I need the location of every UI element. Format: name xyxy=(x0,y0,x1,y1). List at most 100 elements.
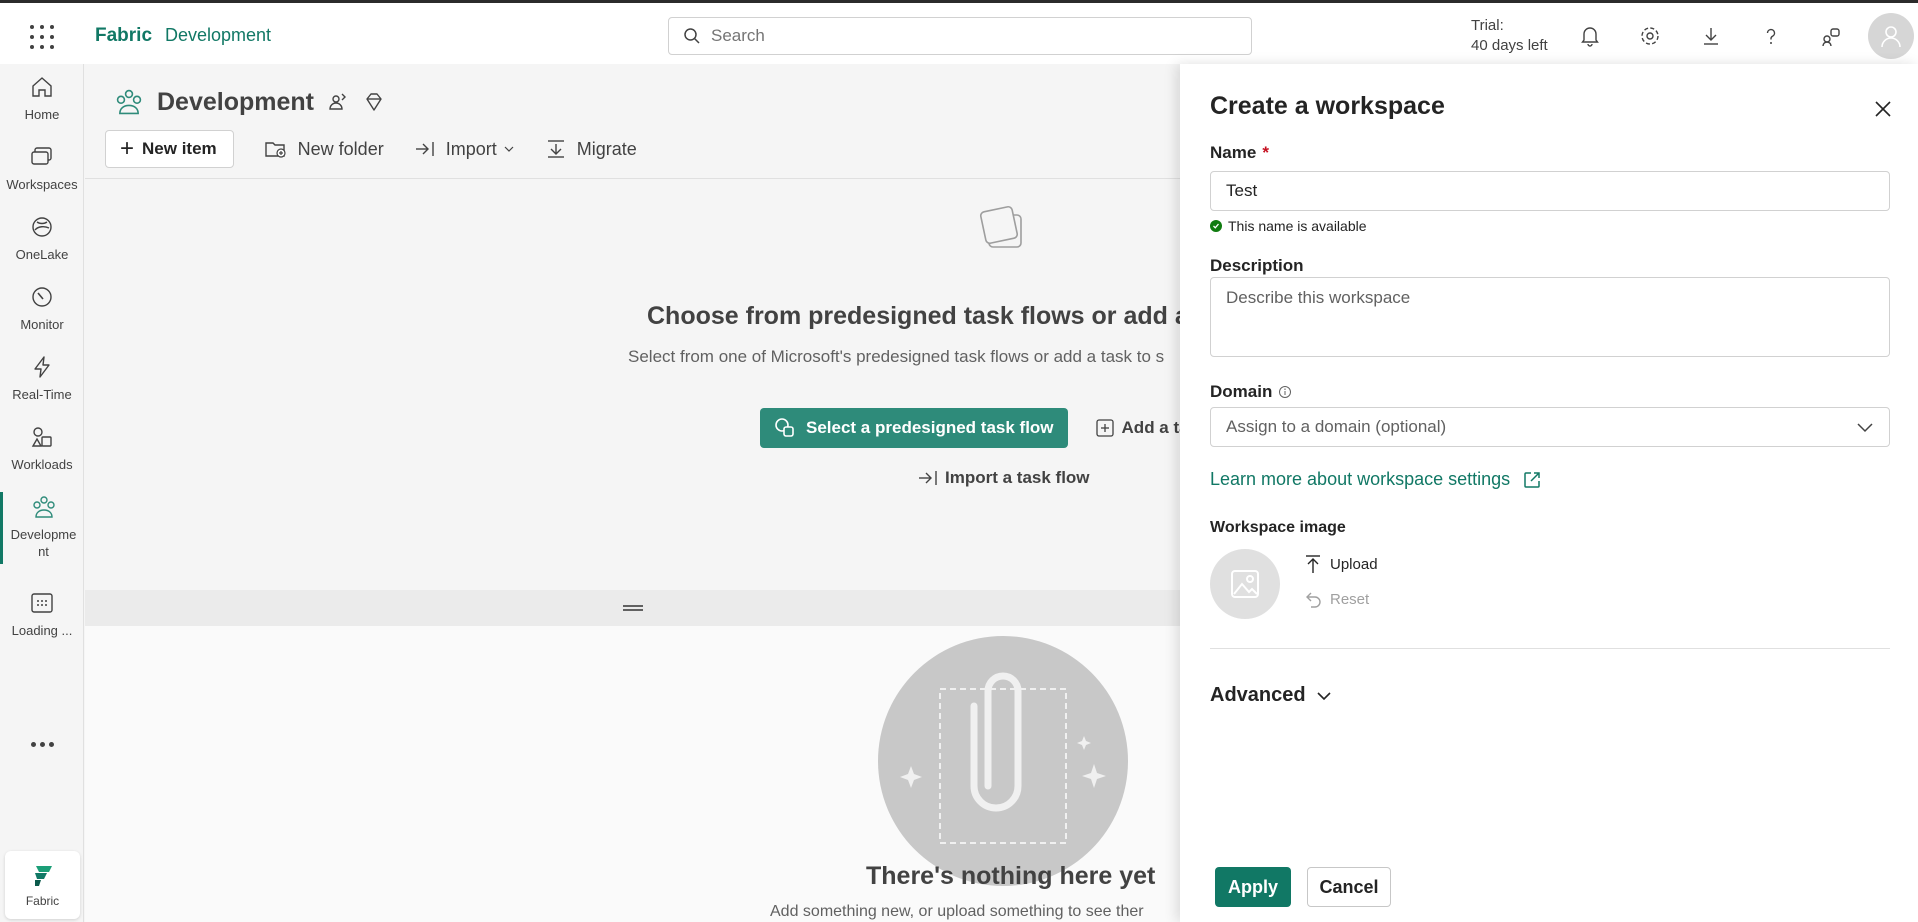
workspace-name-field[interactable] xyxy=(1210,171,1890,211)
notifications-icon[interactable] xyxy=(1575,21,1605,51)
info-icon[interactable] xyxy=(1278,385,1292,399)
import-label: Import xyxy=(445,138,497,159)
workspace-header: Development xyxy=(113,86,386,118)
rail-item-monitor[interactable]: Monitor xyxy=(0,282,84,344)
user-icon xyxy=(1881,26,1901,48)
select-task-flow-button[interactable]: Select a predesigned task flow xyxy=(760,408,1068,448)
import-task-flow-link[interactable]: Import a task flow xyxy=(917,468,1090,488)
task-flow-actions: Select a predesigned task flow Add a ta xyxy=(760,408,1189,448)
workspace-image-preview xyxy=(1210,549,1280,619)
import-icon xyxy=(919,471,937,485)
search-box[interactable] xyxy=(668,17,1252,55)
add-task-label: Add a ta xyxy=(1121,418,1189,437)
new-folder-button[interactable]: New folder xyxy=(264,138,384,160)
app-launcher-icon[interactable] xyxy=(28,23,56,51)
divider xyxy=(1210,648,1890,649)
trial-status[interactable]: Trial: 40 days left xyxy=(1471,16,1548,56)
trial-days: 40 days left xyxy=(1471,37,1548,54)
rail-item-onelake[interactable]: OneLake xyxy=(0,212,84,274)
plus-icon: + xyxy=(120,135,135,162)
rail-item-loading[interactable]: Loading ... xyxy=(0,588,84,650)
rail-item-development[interactable]: Developme nt xyxy=(0,492,84,564)
realtime-icon xyxy=(27,352,57,382)
cancel-button[interactable]: Cancel xyxy=(1307,867,1391,907)
workspace-toolbar: + New item New folder Import Migrate xyxy=(105,129,667,169)
check-circle-icon xyxy=(1210,220,1222,232)
description-label: Description xyxy=(1210,256,1304,275)
fabric-logo-icon xyxy=(34,866,52,886)
more-icon[interactable] xyxy=(28,737,56,751)
empty-state-title: There's nothing here yet xyxy=(866,862,1156,890)
task-flow-title: Choose from predesigned task flows or ad… xyxy=(647,302,1218,330)
attachment-illustration-icon xyxy=(878,636,1128,886)
fabric-label: Fabric xyxy=(25,894,60,908)
domain-placeholder: Assign to a domain (optional) xyxy=(1226,417,1447,436)
rail-item-workloads[interactable]: Workloads xyxy=(0,422,84,484)
new-item-label: New item xyxy=(142,139,217,158)
reset-label: Reset xyxy=(1330,590,1370,608)
upload-button[interactable]: Upload xyxy=(1304,554,1378,574)
pane-splitter[interactable] xyxy=(85,590,1180,626)
apply-button[interactable]: Apply xyxy=(1215,867,1291,907)
new-folder-label: New folder xyxy=(297,138,384,159)
required-marker: * xyxy=(1262,143,1269,162)
task-flow-canvas xyxy=(85,179,1180,591)
breadcrumb-workspace[interactable]: Development xyxy=(165,25,271,46)
name-label: Name * xyxy=(1210,143,1269,163)
migrate-button[interactable]: Migrate xyxy=(545,138,637,160)
rail-label: Developme nt xyxy=(11,526,77,560)
domain-label-text: Domain xyxy=(1210,382,1273,401)
chevron-down-icon xyxy=(1857,423,1873,433)
domain-label: Domain xyxy=(1210,382,1292,402)
import-task-flow-label: Import a task flow xyxy=(945,468,1090,487)
image-placeholder-icon xyxy=(1231,570,1259,598)
new-item-button[interactable]: + New item xyxy=(105,130,234,168)
rail-label: Monitor xyxy=(20,317,64,332)
fabric-switcher[interactable]: Fabric xyxy=(5,851,80,919)
rail-label: OneLake xyxy=(15,247,69,262)
rail-label-line1: Developme xyxy=(10,527,77,542)
premium-diamond-icon[interactable] xyxy=(362,90,386,114)
select-task-flow-label: Select a predesigned task flow xyxy=(806,418,1054,437)
new-folder-icon xyxy=(264,142,286,158)
rail-label: Real-Time xyxy=(12,387,72,402)
settings-gear-icon[interactable] xyxy=(1635,21,1665,51)
page-title: Development xyxy=(157,87,314,116)
advanced-label: Advanced xyxy=(1210,684,1306,706)
search-input[interactable] xyxy=(711,26,1211,46)
rail-item-workspaces[interactable]: Workspaces xyxy=(0,142,84,204)
loading-icon xyxy=(27,588,57,618)
import-menu-button[interactable]: Import xyxy=(414,139,515,160)
rail-label: Home xyxy=(24,107,60,122)
add-task-button[interactable]: Add a ta xyxy=(1095,418,1189,438)
reset-button[interactable]: Reset xyxy=(1304,590,1369,608)
workloads-icon xyxy=(27,422,57,452)
download-icon[interactable] xyxy=(1696,21,1726,51)
home-icon xyxy=(27,72,57,102)
rail-label-line2: nt xyxy=(38,544,49,559)
panel-title: Create a workspace xyxy=(1210,92,1445,120)
domain-dropdown[interactable]: Assign to a domain (optional) xyxy=(1210,407,1890,447)
close-icon[interactable] xyxy=(1870,96,1896,122)
name-status-text: This name is available xyxy=(1228,218,1367,234)
create-workspace-panel: Create a workspace Name * This name is av… xyxy=(1180,64,1918,922)
workspace-people-icon xyxy=(116,89,142,115)
learn-more-link[interactable]: Learn more about workspace settings xyxy=(1210,469,1542,490)
onelake-icon xyxy=(27,212,57,242)
task-flow-icon xyxy=(979,205,1022,248)
advanced-toggle[interactable]: Advanced xyxy=(1210,684,1332,707)
description-field[interactable] xyxy=(1210,277,1890,357)
workspace-image-label: Workspace image xyxy=(1210,519,1346,536)
feedback-share-icon[interactable] xyxy=(1816,21,1846,51)
workspace-access-icon[interactable] xyxy=(326,90,350,114)
task-flow-subtitle: Select from one of Microsoft's predesign… xyxy=(628,347,1165,366)
help-icon[interactable] xyxy=(1756,21,1786,51)
upload-icon xyxy=(1306,555,1320,573)
rail-item-home[interactable]: Home xyxy=(0,72,84,134)
brand-name[interactable]: Fabric xyxy=(95,25,152,47)
rail-item-realtime[interactable]: Real-Time xyxy=(0,352,84,414)
top-bar: Fabric Development Trial: 40 days left xyxy=(0,0,1918,64)
chevron-down-icon xyxy=(504,146,514,152)
avatar[interactable] xyxy=(1868,13,1914,59)
grip-handle-icon xyxy=(622,605,643,611)
